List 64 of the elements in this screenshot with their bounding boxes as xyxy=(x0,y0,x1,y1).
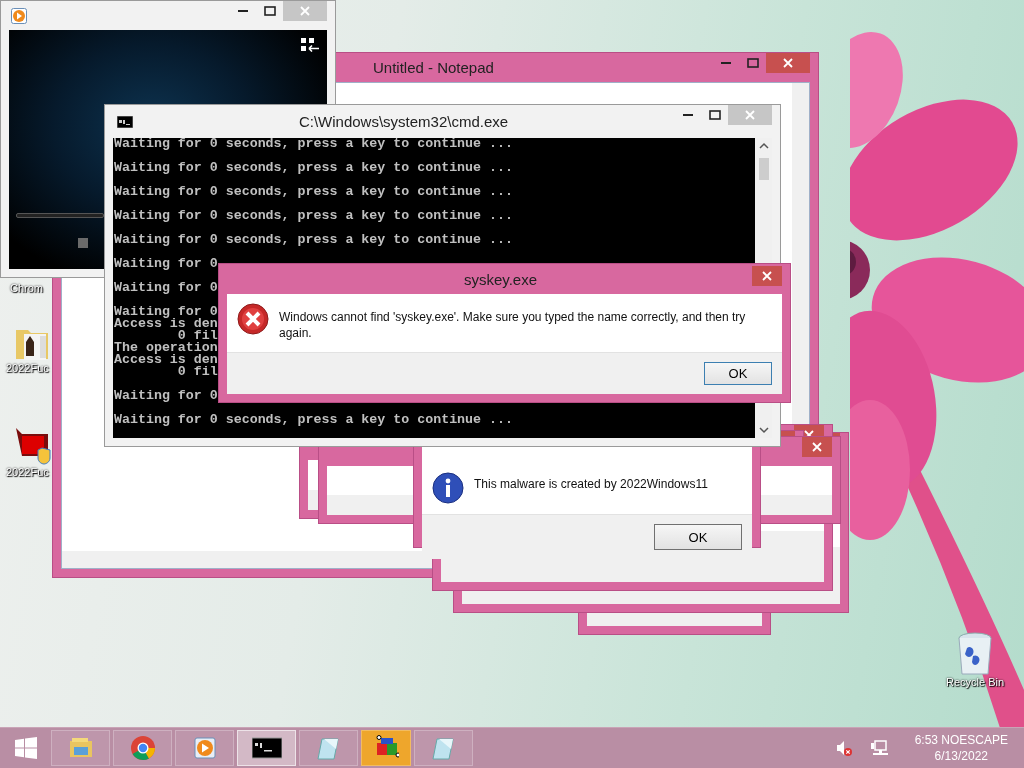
console-line: Waiting for 0 seconds, press a key to continue ... xyxy=(114,210,513,222)
close-icon xyxy=(783,58,793,68)
maximize-icon xyxy=(263,6,276,16)
icon-label[interactable]: Recycle Bin xyxy=(945,676,1005,688)
message-text: Windows cannot find 'syskey.exe'. Make sure you typed the name correctly, and then try again. xyxy=(279,309,747,341)
command-prompt-button[interactable] xyxy=(237,730,296,766)
cube-icon xyxy=(373,735,399,761)
console-line: Waiting for 0 xyxy=(114,390,218,402)
window-title: syskey.exe xyxy=(462,270,539,288)
console-line: Waiting for 0 xyxy=(114,306,218,318)
console-icon xyxy=(251,735,282,761)
seek-bar[interactable] xyxy=(16,213,104,218)
notepad-button[interactable] xyxy=(414,730,473,766)
notepad-icon xyxy=(430,735,457,761)
browser-button[interactable] xyxy=(113,730,172,766)
console-line: Waiting for 0 xyxy=(114,258,218,270)
close-icon xyxy=(300,6,310,16)
console-line: Waiting for 0 seconds, press a key to continue ... xyxy=(114,186,513,198)
windows-logo-icon xyxy=(13,735,39,761)
ok-button[interactable]: OK xyxy=(704,362,772,385)
close-button[interactable] xyxy=(752,266,782,286)
console-line: Access is den xyxy=(114,354,218,366)
icon-label[interactable]: 2022Fuc xyxy=(6,466,49,478)
console-line: Waiting for 0 seconds, press a key to continue ... xyxy=(114,138,513,150)
paint-button[interactable] xyxy=(361,730,411,766)
clock-time: 6:53 NOESCAPE xyxy=(914,732,1008,748)
icon-label[interactable]: Chrom xyxy=(10,282,43,294)
recycle-bin-icon[interactable] xyxy=(955,630,995,676)
close-button[interactable] xyxy=(802,437,832,457)
console-line: Access is den xyxy=(114,318,218,330)
error-icon xyxy=(237,303,269,335)
window-title: Untitled - Notepad xyxy=(372,59,495,76)
scroll-down-icon[interactable] xyxy=(757,426,770,434)
clock-date: 6/13/2022 xyxy=(934,748,988,764)
stop-icon xyxy=(78,238,88,248)
console-line: Waiting for 0 seconds, press a key to continue ... xyxy=(114,414,513,426)
maximize-icon xyxy=(708,110,721,120)
close-icon xyxy=(762,271,772,281)
close-icon xyxy=(812,442,822,452)
media-player-icon xyxy=(11,7,27,24)
close-icon xyxy=(745,110,755,120)
info-icon xyxy=(432,472,464,504)
browser-icon xyxy=(129,735,156,761)
ok-button[interactable]: OK xyxy=(654,524,742,550)
icon-label[interactable]: 2022Fuc xyxy=(6,362,49,374)
media-player-icon xyxy=(191,735,218,761)
console-line: Waiting for 0 seconds, press a key to continue ... xyxy=(114,234,513,246)
scroll-thumb[interactable] xyxy=(758,158,769,180)
close-button[interactable] xyxy=(766,53,810,73)
maximize-icon xyxy=(746,58,759,68)
console-line: Waiting for 0 seconds, press a key to continue ... xyxy=(114,162,513,174)
message-text: This malware is created by 2022Windows11 xyxy=(474,476,708,492)
switch-view-icon xyxy=(301,38,319,52)
console-icon xyxy=(117,115,133,128)
console-line: Waiting for 0 xyxy=(114,282,218,294)
console-line: 0 fil xyxy=(176,366,218,378)
switch-view-button[interactable] xyxy=(301,38,319,52)
console-line: The operation xyxy=(114,342,218,354)
speaker-muted-icon[interactable] xyxy=(835,740,852,756)
scroll-up-icon[interactable] xyxy=(757,142,770,150)
notepad-icon xyxy=(315,735,342,761)
console-line: 0 fil xyxy=(177,330,218,342)
window-title: C:\Windows\system32\cmd.exe xyxy=(297,113,510,130)
network-icon[interactable] xyxy=(870,740,888,756)
